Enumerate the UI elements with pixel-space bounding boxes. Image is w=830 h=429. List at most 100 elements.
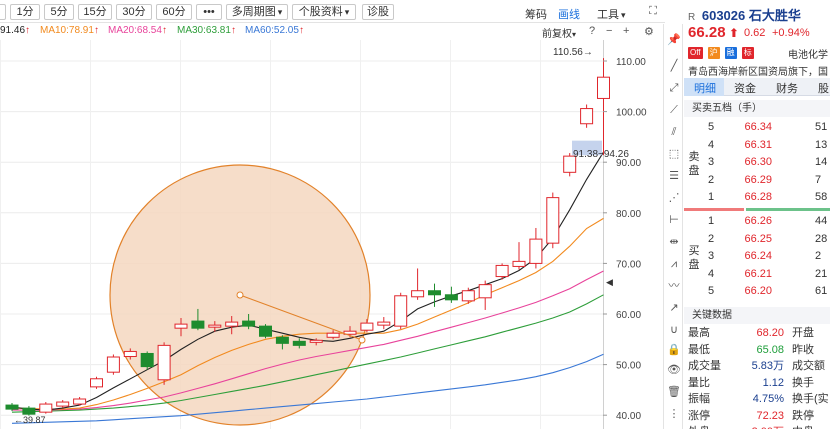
tab-detail[interactable]: 明细 [694, 80, 716, 96]
bid-price: 66.25 [744, 232, 772, 245]
candle-body-up [39, 403, 53, 413]
candle-body-up [394, 295, 408, 327]
chip-tab[interactable]: 筹码 [525, 6, 547, 22]
candle [377, 317, 391, 330]
period-button-partial[interactable] [0, 4, 6, 20]
candle-body-down [191, 320, 205, 329]
tab-funds[interactable]: 资金 [734, 80, 756, 96]
gann-tool-icon[interactable]: ⩘ [666, 256, 682, 272]
speed-line-tool-icon[interactable]: ⋰ [666, 190, 682, 206]
stock-info-dropdown[interactable]: 个股资料 [292, 4, 356, 20]
key-data-title: 关键数据 [684, 307, 830, 324]
candle-body-up [90, 378, 103, 388]
range-annotation: 91.38~94.26 [573, 149, 629, 160]
segment-tool-icon[interactable]: ⟋ [666, 102, 682, 118]
adjust-dropdown[interactable]: 前复权 [542, 25, 576, 40]
bid-price: 66.24 [744, 250, 772, 262]
gear-icon[interactable]: ⚙ [644, 25, 654, 38]
key-data-row: 量比 1.12 换手 [684, 375, 830, 391]
candle-body-up [326, 332, 340, 338]
y-tick-label: 110.00 [616, 57, 646, 68]
more-tools-icon[interactable]: ⋮ [666, 406, 682, 422]
tag-margin[interactable]: 融 [724, 47, 737, 59]
channel-tool-icon[interactable]: ⫽ [666, 124, 682, 140]
key-data-label-2: 换手(实 [792, 393, 829, 405]
period-button-1min[interactable]: 1分 [10, 4, 40, 20]
candle-body-up [73, 398, 87, 405]
key-data-label-2: 跌停 [792, 409, 814, 422]
period-tool-icon[interactable]: ⇹ [666, 234, 682, 250]
tab-finance[interactable]: 财务 [776, 80, 798, 96]
candle [106, 354, 120, 375]
ask-price: 66.31 [744, 138, 772, 151]
candle [90, 376, 103, 389]
ask-price: 66.30 [744, 156, 772, 168]
tools-dropdown[interactable]: 工具 [597, 6, 626, 22]
industry-label[interactable]: 电池化学 [788, 46, 828, 61]
multi-period-dropdown[interactable]: 多周期图 [226, 4, 288, 20]
trash-icon[interactable]: 🗑 [666, 384, 682, 400]
orderbook-divider [684, 208, 830, 211]
candle-body-up [157, 344, 171, 381]
ask-row: 3 66.30 14 [684, 154, 830, 170]
plus-icon[interactable]: + [623, 25, 629, 37]
tag-shanghai[interactable]: 沪 [707, 47, 720, 59]
pin-icon[interactable]: 📌 [666, 32, 682, 48]
line-tool-icon[interactable]: ╱ [666, 58, 682, 74]
bid-row: 2 66.25 28 [684, 231, 830, 247]
key-data-value: 65.08 [756, 343, 784, 356]
fib-tool-icon[interactable]: ☰ [666, 168, 682, 184]
bid-row: 4 66.21 21 [684, 266, 830, 282]
trend-line-start-handle [236, 291, 244, 299]
ask-level: 5 [708, 121, 715, 133]
ask-volume: 58 [815, 191, 828, 203]
ma10-value: MA10:78.91↑ [40, 25, 99, 36]
candle-body-up [56, 401, 70, 407]
bid-level: 1 [708, 215, 715, 227]
wave-tool-icon[interactable]: 〰 [666, 278, 682, 294]
help-icon[interactable]: ? [589, 25, 595, 37]
more-periods-button[interactable]: ••• [196, 4, 222, 20]
magnet-icon[interactable]: ∪ [666, 322, 682, 338]
draw-line-tab[interactable]: 画线 [558, 6, 580, 22]
period-button-30min[interactable]: 30分 [116, 4, 152, 20]
candle [444, 286, 458, 303]
candle [411, 268, 425, 300]
bid-level: 5 [708, 285, 715, 297]
measure-tool-icon[interactable]: ⊢ [666, 212, 682, 228]
ask-level: 3 [708, 156, 715, 168]
candle-body-down [242, 320, 256, 327]
fullscreen-icon[interactable]: ⛶ [646, 4, 660, 18]
period-button-15min[interactable]: 15分 [78, 4, 112, 20]
eye-icon[interactable]: 👁 [666, 362, 682, 378]
bid-price: 66.21 [744, 267, 772, 280]
tag-off[interactable]: Off [688, 47, 703, 59]
period-button-60min[interactable]: 60分 [156, 4, 192, 20]
y-tick-label: 100.00 [616, 108, 647, 119]
key-data-value: 1.12 [762, 376, 784, 389]
rectangle-tool-icon[interactable]: ⬚ [666, 146, 682, 162]
ask-row: 1 66.28 58 [684, 189, 830, 205]
arrow-tool-icon[interactable]: ↗ [666, 300, 682, 316]
ray-tool-icon[interactable]: ⤢ [666, 80, 682, 96]
ask-price: 66.34 [744, 121, 772, 133]
key-data-row: 成交量 5.83万 成交额 [684, 358, 830, 374]
period-button-5min[interactable]: 5分 [44, 4, 74, 20]
ma5-value: 91.46↑ [0, 25, 31, 36]
high-annotation: 110.56→ [553, 47, 593, 58]
minus-icon[interactable]: − [606, 25, 612, 37]
candle-body-up [377, 321, 391, 326]
candle-body-down [5, 404, 19, 410]
candle-body-down [292, 340, 306, 346]
tab-more[interactable]: 股 [818, 80, 829, 96]
key-data-label: 振幅 [688, 393, 710, 405]
candle-body-down [140, 352, 154, 368]
tag-target[interactable]: 标 [741, 47, 754, 59]
candlestick-chart[interactable]: 110.00100.0090.0080.0070.0060.0050.0040.… [0, 40, 660, 429]
key-data-value: 3.00万 [752, 424, 784, 429]
diagnose-button[interactable]: 诊股 [362, 4, 394, 20]
candle-body-up [225, 321, 239, 327]
lock-icon[interactable]: 🔒 [666, 342, 682, 358]
candle [478, 280, 492, 310]
candle-body-up [106, 356, 120, 373]
